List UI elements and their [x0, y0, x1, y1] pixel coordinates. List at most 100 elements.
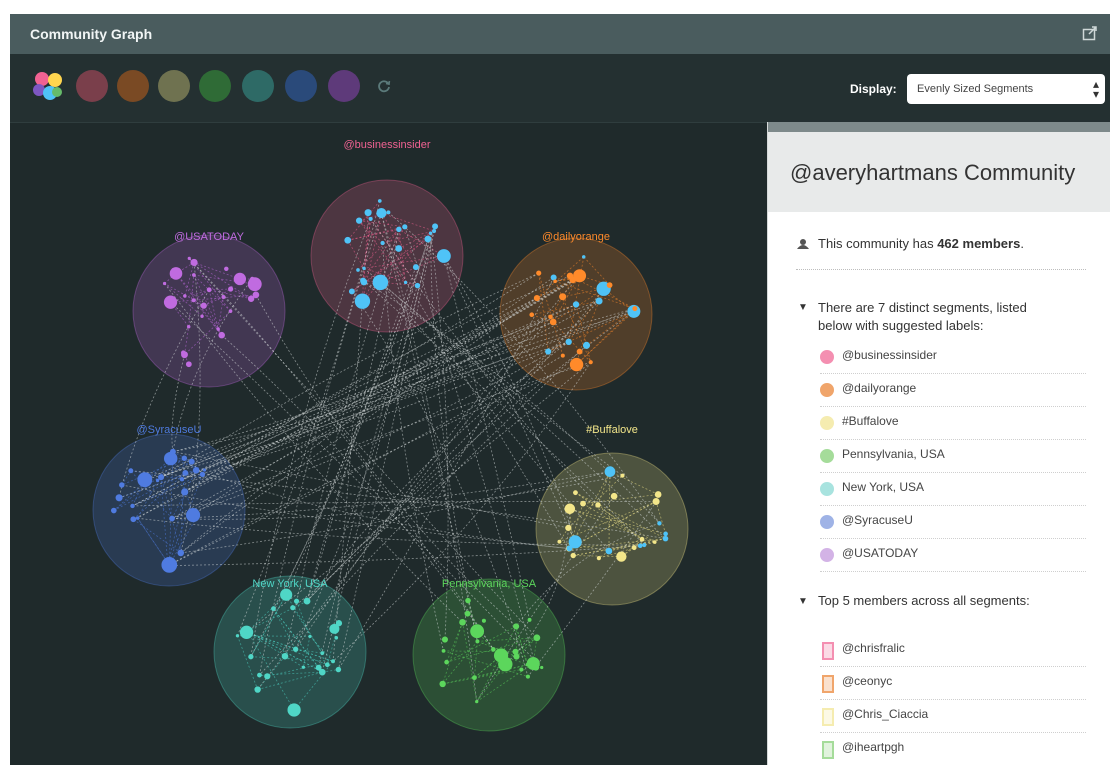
member-node[interactable]	[248, 654, 254, 660]
member-node[interactable]	[525, 662, 530, 667]
member-node[interactable]	[536, 270, 542, 276]
member-node[interactable]	[403, 280, 408, 285]
member-node[interactable]	[569, 357, 584, 372]
member-node[interactable]	[221, 294, 226, 299]
member-node[interactable]	[169, 515, 175, 522]
segment-item[interactable]: @USATODAY	[820, 538, 1086, 572]
member-node[interactable]	[164, 562, 171, 569]
member-node[interactable]	[565, 524, 572, 531]
member-node[interactable]	[481, 618, 486, 623]
segment-item[interactable]: New York, USA	[820, 472, 1086, 506]
member-node[interactable]	[424, 235, 432, 243]
member-node[interactable]	[280, 588, 293, 601]
member-node[interactable]	[228, 286, 234, 292]
member-node[interactable]	[549, 318, 557, 326]
member-node[interactable]	[572, 301, 580, 308]
member-node[interactable]	[513, 623, 520, 630]
member-node[interactable]	[637, 543, 643, 549]
member-node[interactable]	[376, 208, 387, 219]
member-node[interactable]	[616, 551, 627, 562]
display-select[interactable]: Evenly Sized Segments ▴ ▾	[907, 74, 1105, 104]
member-node[interactable]	[441, 636, 449, 643]
member-node[interactable]	[573, 490, 578, 496]
member-node[interactable]	[513, 653, 520, 660]
member-node[interactable]	[464, 610, 471, 617]
member-node[interactable]	[595, 297, 603, 305]
member-node[interactable]	[191, 298, 196, 303]
member-node[interactable]	[412, 264, 419, 271]
member-node[interactable]	[315, 664, 322, 671]
member-node[interactable]	[235, 634, 240, 638]
member-node[interactable]	[532, 663, 540, 671]
collapse-caret-icon[interactable]: ▼	[798, 596, 808, 607]
member-node[interactable]	[249, 276, 255, 282]
member-node[interactable]	[218, 331, 225, 339]
member-node[interactable]	[386, 210, 391, 215]
member-node[interactable]	[115, 494, 123, 502]
member-node[interactable]	[348, 288, 355, 295]
member-node[interactable]	[247, 295, 255, 302]
member-node[interactable]	[233, 272, 247, 286]
member-node[interactable]	[560, 353, 565, 358]
member-node[interactable]	[574, 274, 582, 282]
member-node[interactable]	[439, 680, 446, 688]
segment-item[interactable]: @SyracuseU	[820, 505, 1086, 539]
member-node[interactable]	[271, 606, 276, 612]
segment-item[interactable]: @dailyorange	[820, 373, 1086, 407]
member-node[interactable]	[130, 516, 137, 523]
member-node[interactable]	[475, 699, 479, 704]
member-node[interactable]	[595, 502, 601, 508]
member-node[interactable]	[639, 536, 645, 542]
member-node[interactable]	[354, 293, 371, 309]
member-node[interactable]	[200, 314, 204, 318]
member-node[interactable]	[110, 507, 117, 514]
member-node[interactable]	[475, 639, 480, 644]
member-node[interactable]	[396, 226, 402, 233]
member-node[interactable]	[192, 273, 196, 277]
member-node[interactable]	[632, 306, 638, 312]
top-member-item[interactable]: @Chris_Ciaccia	[820, 699, 1086, 733]
member-node[interactable]	[181, 455, 188, 461]
member-node[interactable]	[264, 673, 271, 680]
member-node[interactable]	[206, 287, 212, 293]
member-node[interactable]	[596, 556, 601, 561]
segment-item[interactable]: @businessinsider	[820, 340, 1086, 374]
member-node[interactable]	[459, 619, 466, 626]
member-node[interactable]	[187, 256, 191, 261]
member-node[interactable]	[582, 341, 591, 349]
member-node[interactable]	[663, 531, 668, 537]
top-member-item[interactable]: @ceonyc	[820, 666, 1086, 700]
member-node[interactable]	[308, 634, 312, 639]
member-node[interactable]	[360, 278, 368, 286]
member-node[interactable]	[557, 539, 562, 544]
member-node[interactable]	[432, 223, 439, 230]
member-node[interactable]	[545, 348, 552, 355]
member-node[interactable]	[303, 597, 311, 605]
member-node[interactable]	[163, 451, 178, 466]
segment-swatch-5[interactable]	[242, 70, 274, 102]
member-node[interactable]	[565, 338, 572, 346]
top-member-item[interactable]: @chrisfralic	[820, 633, 1086, 667]
member-node[interactable]	[652, 540, 657, 544]
member-node[interactable]	[301, 665, 306, 669]
member-node[interactable]	[654, 491, 662, 498]
segment-cluster-circle[interactable]	[132, 234, 286, 388]
member-node[interactable]	[320, 651, 325, 656]
member-node[interactable]	[380, 240, 385, 246]
member-node[interactable]	[377, 199, 382, 203]
member-node[interactable]	[335, 620, 343, 627]
member-node[interactable]	[414, 282, 421, 289]
member-node[interactable]	[177, 549, 185, 557]
member-node[interactable]	[130, 503, 135, 509]
member-node[interactable]	[519, 667, 524, 672]
refresh-icon[interactable]	[377, 79, 391, 93]
member-node[interactable]	[465, 597, 471, 604]
member-node[interactable]	[620, 473, 625, 478]
member-node[interactable]	[181, 351, 188, 359]
member-node[interactable]	[216, 327, 220, 331]
member-node[interactable]	[158, 474, 165, 481]
member-node[interactable]	[334, 635, 339, 640]
member-node[interactable]	[169, 448, 176, 455]
community-graph[interactable]: @businessinsider @dailyorange @USATODAY @Sy…	[10, 122, 767, 765]
member-node[interactable]	[576, 348, 583, 355]
